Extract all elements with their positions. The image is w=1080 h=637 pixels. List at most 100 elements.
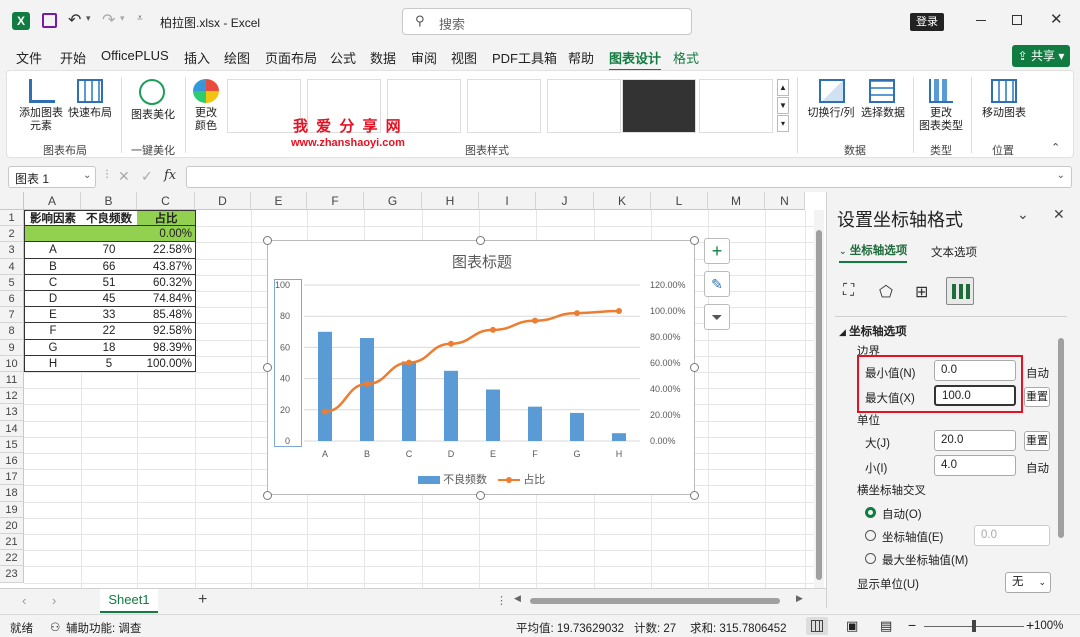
cell-C7[interactable]: 85.48%	[137, 307, 196, 324]
row-header-11[interactable]: 11	[0, 372, 24, 389]
x-tick-label[interactable]: D	[448, 449, 455, 459]
line-point-g[interactable]	[574, 310, 580, 317]
tab-axis-options[interactable]: ⌄ 坐标轴选项	[839, 242, 908, 263]
chart-style-7[interactable]	[699, 79, 773, 133]
pane-scrollbar[interactable]	[1057, 324, 1065, 604]
accessibility-status[interactable]: 辅助功能: 调查	[66, 620, 141, 636]
radio-max-axis[interactable]	[865, 553, 876, 564]
bar-g[interactable]	[570, 412, 584, 441]
row-header-1[interactable]: 1	[0, 210, 24, 227]
radio-axis-value[interactable]	[865, 530, 876, 541]
major-unit-input[interactable]: 20.0	[934, 430, 1016, 451]
resize-handle[interactable]	[690, 491, 699, 500]
menu-format[interactable]: 格式	[673, 48, 699, 67]
row-header-20[interactable]: 20	[0, 517, 24, 534]
move-chart-button[interactable]: 移动图表	[975, 107, 1033, 120]
column-header-n[interactable]: N	[765, 192, 805, 210]
cell-C1[interactable]: 占比	[137, 210, 196, 227]
major-unit-reset-button[interactable]: 重置	[1024, 431, 1050, 451]
cell-A5[interactable]: C	[24, 274, 82, 291]
add-sheet-button[interactable]: +	[198, 591, 207, 609]
row-header-4[interactable]: 4	[0, 258, 24, 275]
confirm-formula-icon[interactable]: ✓	[141, 168, 153, 185]
column-header-g[interactable]: G	[364, 192, 422, 210]
cell-A6[interactable]: D	[24, 291, 82, 308]
select-all-corner[interactable]	[0, 192, 24, 210]
row-header-19[interactable]: 19	[0, 501, 24, 518]
accessibility-icon[interactable]: ⚇	[50, 620, 60, 634]
effects-icon[interactable]: ⬠	[879, 282, 893, 302]
cell-B9[interactable]: 18	[81, 339, 138, 356]
scroll-left-icon[interactable]: ◀	[514, 593, 521, 604]
radio-auto[interactable]	[865, 507, 876, 518]
cell-A10[interactable]: H	[24, 355, 82, 372]
sheet-tab-sheet1[interactable]: Sheet1	[100, 589, 158, 613]
chart-style-1[interactable]	[227, 79, 301, 133]
max-input[interactable]: 100.0	[934, 385, 1016, 406]
line-point-f[interactable]	[532, 317, 538, 324]
cell-B8[interactable]: 22	[81, 323, 138, 340]
menu-insert[interactable]: 插入	[184, 48, 210, 67]
menu-review[interactable]: 审阅	[411, 48, 437, 67]
undo-icon[interactable]: ↶	[68, 10, 81, 30]
menu-draw[interactable]: 绘图	[224, 48, 250, 67]
cell-A1[interactable]: 影响因素	[24, 210, 82, 227]
beautify-chart-button[interactable]: 图表美化	[123, 109, 183, 122]
row-header-5[interactable]: 5	[0, 274, 24, 291]
fill-line-icon[interactable]: ⛶	[843, 282, 854, 300]
legend[interactable]: 不良频数 占比	[418, 471, 578, 487]
column-header-k[interactable]: K	[594, 192, 651, 210]
row-header-9[interactable]: 9	[0, 339, 24, 356]
menu-home[interactable]: 开始	[60, 48, 86, 67]
expand-formula-icon[interactable]: ⌄	[1057, 170, 1065, 181]
cross-value-input[interactable]: 0.0	[974, 525, 1050, 546]
cell-A9[interactable]: G	[24, 339, 82, 356]
y2-tick-label[interactable]: 80.00%	[650, 332, 681, 342]
minor-unit-input[interactable]: 4.0	[934, 455, 1016, 476]
row-header-18[interactable]: 18	[0, 485, 24, 502]
search-box[interactable]: ⚲ 搜索	[402, 8, 692, 35]
vertical-scrollbar[interactable]	[814, 210, 824, 588]
column-header-d[interactable]: D	[195, 192, 251, 210]
cell-B1[interactable]: 不良频数	[81, 210, 138, 227]
select-data-button[interactable]: 选择数据	[857, 107, 909, 120]
x-tick-label[interactable]: E	[490, 449, 496, 459]
cell-C5[interactable]: 60.32%	[137, 274, 196, 291]
y2-tick-label[interactable]: 60.00%	[650, 358, 681, 368]
menu-data[interactable]: 数据	[370, 48, 396, 67]
pane-options-icon[interactable]: ⌄	[1017, 206, 1029, 223]
column-header-i[interactable]: I	[479, 192, 536, 210]
cell-B4[interactable]: 66	[81, 258, 138, 275]
x-tick-label[interactable]: A	[322, 449, 328, 459]
column-header-h[interactable]: H	[422, 192, 479, 210]
formula-options-icon[interactable]: ⋮	[102, 169, 112, 180]
menu-formulas[interactable]: 公式	[330, 48, 356, 67]
menu-view[interactable]: 视图	[451, 48, 477, 67]
zoom-in-icon[interactable]: +	[1026, 617, 1034, 633]
chart-styles-button[interactable]: ✎	[704, 271, 730, 297]
cell-A3[interactable]: A	[24, 242, 82, 259]
chart-title[interactable]: 图表标题	[268, 251, 696, 272]
zoom-level[interactable]: 100%	[1034, 620, 1063, 632]
prev-sheet-icon[interactable]: ‹	[22, 593, 26, 608]
line-point-b[interactable]	[364, 380, 370, 387]
cell-C2[interactable]: 0.00%	[137, 226, 196, 243]
display-unit-select[interactable]: 无 ⌄	[1005, 572, 1051, 593]
min-auto-label[interactable]: 自动	[1026, 365, 1049, 381]
page-layout-view-icon[interactable]: ▣	[846, 618, 858, 634]
styles-scroll-up-icon[interactable]: ▲	[777, 79, 789, 96]
row-header-12[interactable]: 12	[0, 388, 24, 405]
row-header-7[interactable]: 7	[0, 307, 24, 324]
y2-tick-label[interactable]: 120.00%	[650, 280, 686, 290]
minor-unit-auto-label[interactable]: 自动	[1026, 460, 1049, 476]
x-tick-label[interactable]: C	[406, 449, 413, 459]
column-header-j[interactable]: J	[536, 192, 594, 210]
column-header-b[interactable]: B	[81, 192, 137, 210]
cell-B10[interactable]: 5	[81, 355, 138, 372]
row-header-17[interactable]: 17	[0, 469, 24, 486]
x-tick-label[interactable]: H	[616, 449, 623, 459]
y2-tick-label[interactable]: 40.00%	[650, 384, 681, 394]
cell-C9[interactable]: 98.39%	[137, 339, 196, 356]
vertical-scroll-thumb[interactable]	[816, 230, 822, 580]
zoom-out-icon[interactable]: −	[908, 617, 916, 633]
